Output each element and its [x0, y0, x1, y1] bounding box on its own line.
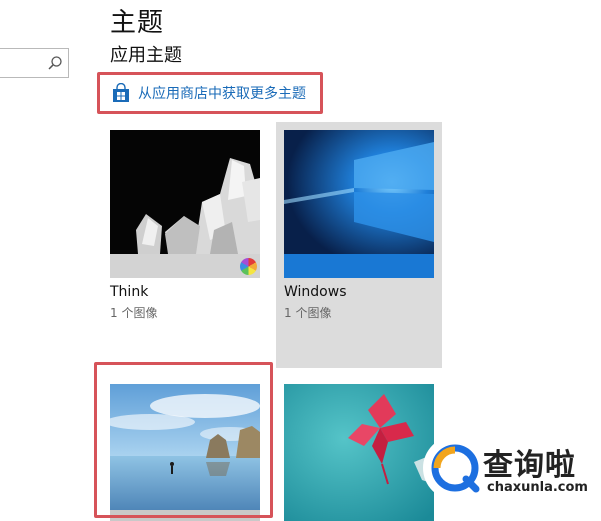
theme-tile-think[interactable]: Think 1 个图像 [102, 122, 268, 322]
theme-image-count: 1 个图像 [110, 306, 158, 320]
watermark-url: chaxunla.com [487, 480, 588, 495]
theme-name: Think [110, 284, 149, 300]
theme-thumbnail [110, 130, 260, 278]
section-title: 应用主题 [110, 45, 182, 66]
search-icon[interactable] [47, 55, 63, 71]
watermark-logo-icon [429, 442, 481, 494]
highlight-box [94, 362, 273, 518]
color-wheel-icon [240, 258, 257, 275]
theme-thumbnail [284, 384, 434, 521]
theme-thumbnail [284, 130, 434, 278]
theme-tile-windows[interactable]: Windows 1 个图像 [276, 122, 442, 368]
watermark-brand: 查询啦 [483, 448, 576, 483]
theme-image-count: 1 个图像 [284, 306, 332, 320]
watermark: 查询啦 chaxunla.com [423, 436, 593, 500]
store-icon [111, 82, 131, 103]
theme-name: Windows [284, 284, 347, 300]
search-input[interactable] [0, 48, 69, 78]
page-title: 主题 [110, 8, 165, 38]
store-link-label: 从应用商店中获取更多主题 [138, 86, 306, 102]
theme-tile-flower[interactable] [276, 376, 442, 521]
get-more-themes-link[interactable]: 从应用商店中获取更多主题 [97, 72, 323, 114]
